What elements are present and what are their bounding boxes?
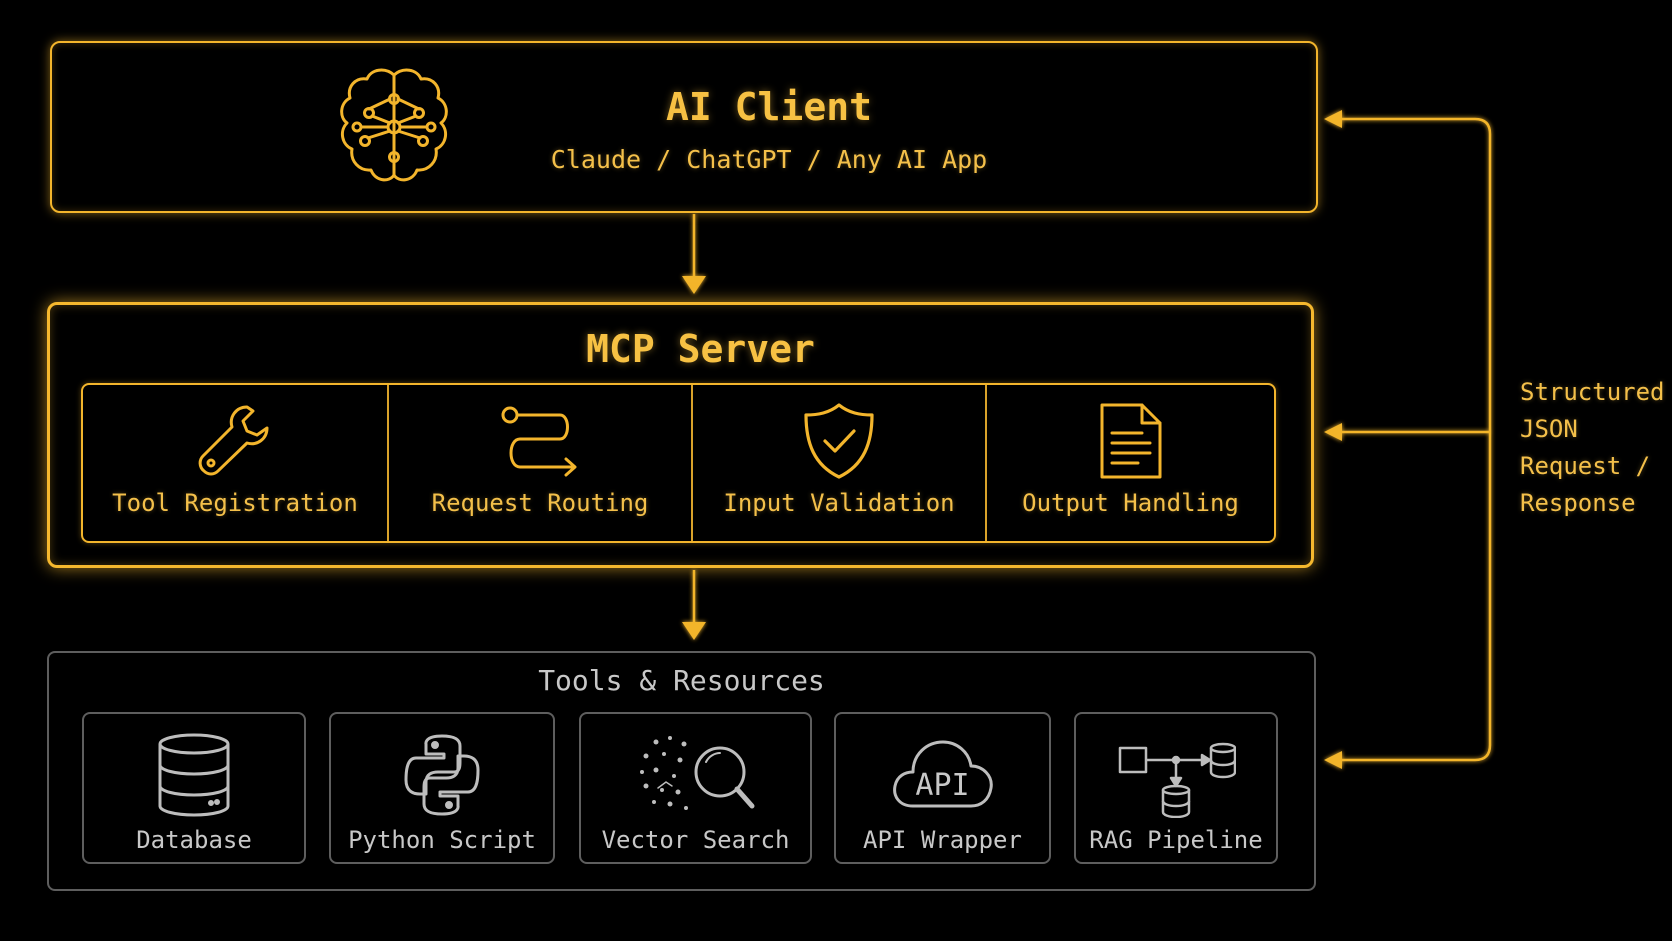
mcp-components-panel: Tool Registration Request Routing Input <box>81 383 1276 543</box>
api-icon-text: API <box>915 768 970 803</box>
arrowhead-left-server <box>1324 423 1342 441</box>
side-note-line: Request / <box>1520 452 1651 480</box>
arrowhead-down-1 <box>682 276 706 294</box>
api-cloud-icon: API <box>891 732 995 818</box>
mcp-server-title: MCP Server <box>586 327 815 371</box>
resource-label: API Wrapper <box>863 826 1022 854</box>
resource-python-script: Python Script <box>329 712 555 864</box>
python-icon <box>402 732 482 822</box>
side-note: Structured JSON Request / Response <box>1520 374 1665 522</box>
vector-search-icon <box>636 732 756 822</box>
feedback-loop-line <box>1340 117 1492 762</box>
side-note-line: Structured <box>1520 378 1665 406</box>
ai-client-subtitle: Claude / ChatGPT / Any AI App <box>550 145 988 174</box>
ai-client-title: AI Client <box>666 85 872 129</box>
document-icon <box>1098 401 1164 485</box>
resource-api-wrapper: API API Wrapper <box>834 712 1051 864</box>
resource-label: Python Script <box>348 826 536 854</box>
ai-client-box: AI Client Claude / ChatGPT / Any AI App <box>50 41 1318 213</box>
component-output-handling: Output Handling <box>985 385 1274 541</box>
side-note-line: JSON <box>1520 415 1578 443</box>
component-request-routing: Request Routing <box>387 385 691 541</box>
mcp-server-box: MCP Server Tool Registration Request Rou <box>47 302 1314 568</box>
route-icon <box>498 401 582 485</box>
resource-label: RAG Pipeline <box>1089 826 1263 854</box>
component-label: Request Routing <box>431 489 649 517</box>
wrench-icon <box>195 401 275 485</box>
resource-database: Database <box>82 712 306 864</box>
pipeline-icon <box>1116 732 1237 822</box>
side-note-line: Response <box>1520 489 1636 517</box>
component-label: Tool Registration <box>112 489 358 517</box>
database-icon <box>155 732 233 822</box>
resource-label: Vector Search <box>601 826 790 854</box>
resource-label: Database <box>136 826 252 854</box>
component-label: Output Handling <box>1022 489 1239 517</box>
arrowhead-down-2 <box>682 622 706 640</box>
shield-check-icon <box>802 401 876 485</box>
resource-rag-pipeline: RAG Pipeline <box>1074 712 1278 864</box>
tools-resources-title: Tools & Resources <box>538 664 825 697</box>
component-tool-registration: Tool Registration <box>83 385 387 541</box>
resource-vector-search: Vector Search <box>579 712 812 864</box>
component-label: Input Validation <box>723 489 955 517</box>
arrowhead-left-tools <box>1324 751 1342 769</box>
component-input-validation: Input Validation <box>691 385 985 541</box>
